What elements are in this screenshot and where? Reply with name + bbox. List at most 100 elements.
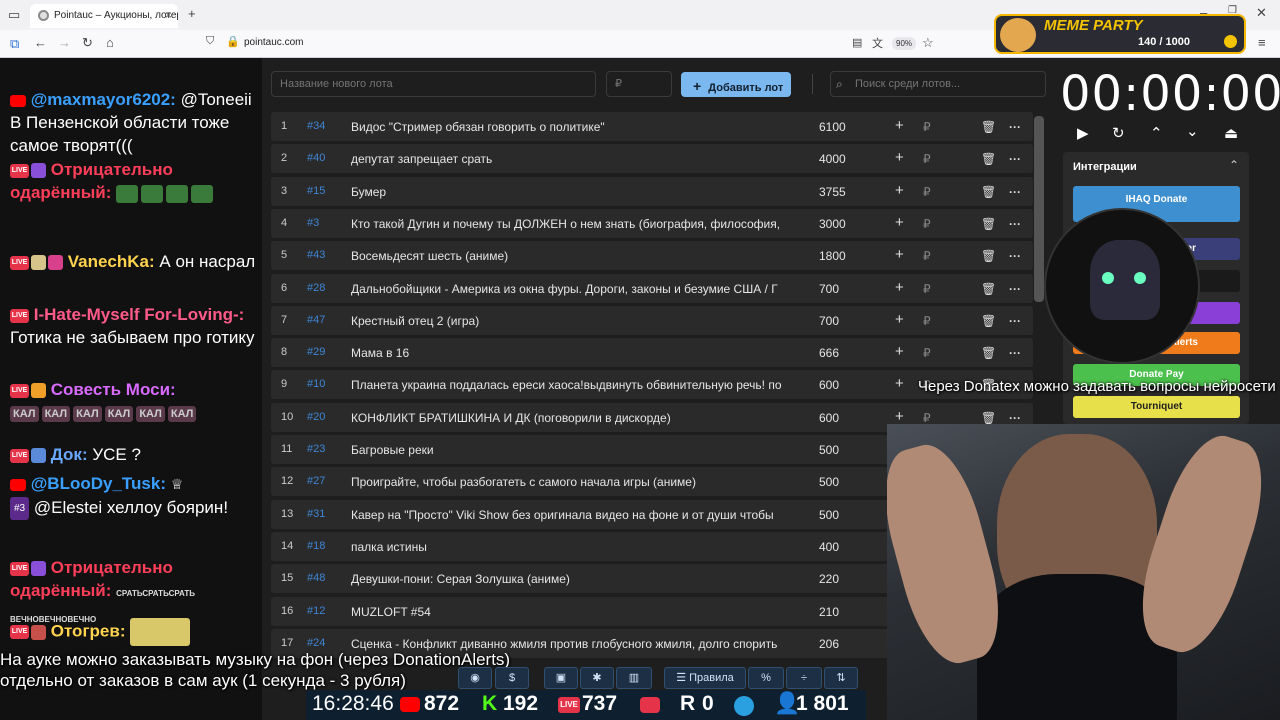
- ruble-icon[interactable]: ₽: [923, 249, 931, 263]
- close-tab-icon[interactable]: ×: [165, 8, 172, 22]
- forward-icon[interactable]: →: [58, 35, 71, 50]
- more-icon[interactable]: ···: [1009, 120, 1021, 134]
- lot-row[interactable]: 1 #34 Видос "Стример обязан говорить о пол…: [271, 112, 1033, 141]
- delete-icon[interactable]: 🗑: [981, 185, 996, 199]
- play-icon[interactable]: ▶: [1077, 124, 1089, 142]
- lot-name[interactable]: Мама в 16: [351, 346, 791, 360]
- browser-tab[interactable]: Pointauc – Аукционы, лотереи ×: [30, 4, 178, 28]
- rules-button[interactable]: ☰ Правила: [664, 667, 746, 689]
- lot-row[interactable]: 3 #15 Бумер 3755 + ₽ 🗑 ···: [271, 176, 1033, 206]
- bookmark-star-icon[interactable]: ☆: [922, 35, 934, 51]
- tab-list-icon[interactable]: ▭: [8, 7, 20, 23]
- lot-name[interactable]: Девушки-пони: Серая Золушка (аниме): [351, 572, 791, 586]
- reset-icon[interactable]: ↻: [1112, 124, 1125, 142]
- ruble-icon[interactable]: ₽: [923, 314, 931, 328]
- split-button[interactable]: ÷: [786, 667, 822, 689]
- search-lots-input[interactable]: [830, 71, 1046, 97]
- lot-name[interactable]: Бумер: [351, 185, 791, 199]
- lot-name[interactable]: Планета украина поддалась ереси хаоса!вы…: [351, 378, 791, 392]
- add-amount-icon[interactable]: +: [895, 149, 904, 166]
- lot-amount[interactable]: 1800: [819, 249, 879, 263]
- ruble-icon[interactable]: ₽: [923, 120, 931, 134]
- lot-amount[interactable]: 500: [819, 443, 879, 457]
- more-icon[interactable]: ···: [1009, 152, 1021, 166]
- new-lot-input[interactable]: [271, 71, 596, 97]
- ruble-icon[interactable]: ₽: [923, 185, 931, 199]
- lot-row[interactable]: 7 #47 Крестный отец 2 (игра) 700 + ₽ 🗑 ···: [271, 305, 1033, 335]
- delete-icon[interactable]: 🗑: [981, 314, 996, 328]
- lot-amount[interactable]: 500: [819, 508, 879, 522]
- lot-row[interactable]: 6 #28 Дальнобойщики - Америка из окна фуры…: [271, 273, 1033, 303]
- lot-amount[interactable]: 6100: [819, 120, 879, 134]
- lot-name[interactable]: палка истины: [351, 540, 791, 554]
- url-text[interactable]: pointauc.com: [244, 37, 303, 48]
- price-input[interactable]: [606, 71, 672, 97]
- add-amount-icon[interactable]: +: [895, 343, 904, 360]
- lot-row[interactable]: 8 #29 Мама в 16 666 + ₽ 🗑 ···: [271, 338, 1033, 368]
- lot-amount[interactable]: 700: [819, 282, 879, 296]
- collapse-up-icon[interactable]: ⏏: [1224, 124, 1238, 142]
- lot-name[interactable]: Кавер на "Просто" Viki Show без оригинал…: [351, 508, 791, 522]
- save-button[interactable]: ▣: [544, 667, 578, 689]
- lot-name[interactable]: Багровые реки: [351, 443, 791, 457]
- new-tab-icon[interactable]: +: [188, 6, 196, 21]
- lot-amount[interactable]: 500: [819, 475, 879, 489]
- lot-amount[interactable]: 220: [819, 572, 879, 586]
- more-icon[interactable]: ···: [1009, 249, 1021, 263]
- lot-amount[interactable]: 210: [819, 605, 879, 619]
- delete-icon[interactable]: 🗑: [981, 411, 996, 425]
- add-amount-icon[interactable]: +: [895, 117, 904, 134]
- delete-icon[interactable]: 🗑: [981, 120, 996, 134]
- translate-icon[interactable]: 文: [872, 35, 883, 51]
- lot-row[interactable]: 4 #3 Кто такой Дугин и почему ты ДОЛЖЕН о …: [271, 208, 1033, 238]
- github-button[interactable]: ◉: [458, 667, 492, 689]
- lot-name[interactable]: Восемьдесят шесть (аниме): [351, 249, 791, 263]
- reader-icon[interactable]: ▤: [852, 36, 862, 49]
- lot-name[interactable]: Крестный отец 2 (игра): [351, 314, 791, 328]
- home-icon[interactable]: ⌂: [106, 35, 114, 50]
- add-amount-icon[interactable]: +: [895, 408, 904, 425]
- chevron-down-icon[interactable]: ⌄: [1186, 122, 1199, 140]
- lot-name[interactable]: Кто такой Дугин и почему ты ДОЛЖЕН о нем…: [351, 217, 791, 231]
- ruble-icon[interactable]: ₽: [923, 282, 931, 296]
- delete-icon[interactable]: 🗑: [981, 249, 996, 263]
- lot-amount[interactable]: 4000: [819, 152, 879, 166]
- lot-row[interactable]: 5 #43 Восемьдесят шесть (аниме) 1800 + ₽ 🗑 ···: [271, 241, 1033, 271]
- lot-amount[interactable]: 206: [819, 637, 879, 651]
- ruble-icon[interactable]: ₽: [923, 152, 931, 166]
- more-icon[interactable]: ···: [1009, 314, 1021, 328]
- delete-icon[interactable]: 🗑: [981, 346, 996, 360]
- more-icon[interactable]: ···: [1009, 282, 1021, 296]
- clear-button[interactable]: ▥: [616, 667, 652, 689]
- bug-button[interactable]: ✱: [580, 667, 614, 689]
- lot-amount[interactable]: 600: [819, 378, 879, 392]
- lot-amount[interactable]: 3000: [819, 217, 879, 231]
- ruble-icon[interactable]: ₽: [923, 217, 931, 231]
- lot-name[interactable]: MUZLOFT #54: [351, 605, 791, 619]
- delete-icon[interactable]: 🗑: [981, 152, 996, 166]
- add-amount-icon[interactable]: +: [895, 279, 904, 296]
- more-icon[interactable]: ···: [1009, 411, 1021, 425]
- add-amount-icon[interactable]: +: [895, 182, 904, 199]
- delete-icon[interactable]: 🗑: [981, 282, 996, 296]
- reload-icon[interactable]: ↻: [82, 35, 93, 51]
- collapse-icon[interactable]: ⌃: [1229, 158, 1239, 172]
- add-amount-icon[interactable]: +: [895, 311, 904, 328]
- percent-button[interactable]: %: [748, 667, 784, 689]
- sort-button[interactable]: ⇅: [824, 667, 858, 689]
- lot-name[interactable]: Видос "Стример обязан говорить о политик…: [351, 120, 791, 134]
- lot-amount[interactable]: 700: [819, 314, 879, 328]
- lot-name[interactable]: депутат запрещает срать: [351, 152, 791, 166]
- back-icon[interactable]: ←: [34, 35, 47, 50]
- extension-icon[interactable]: ⧉: [10, 36, 19, 52]
- lot-name[interactable]: КОНФЛИКТ БРАТИШКИНА И ДК (поговорили в д…: [351, 411, 791, 425]
- lot-name[interactable]: Сценка - Конфликт диванно жмиля против г…: [351, 637, 791, 651]
- add-lot-button[interactable]: + Добавить лот: [681, 72, 791, 97]
- donate-button[interactable]: $: [495, 667, 529, 689]
- delete-icon[interactable]: 🗑: [981, 217, 996, 231]
- more-icon[interactable]: ···: [1009, 185, 1021, 199]
- lot-row[interactable]: 2 #40 депутат запрещает срать 4000 + ₽ 🗑 ···: [271, 144, 1033, 174]
- ruble-icon[interactable]: ₽: [923, 411, 931, 425]
- add-amount-icon[interactable]: +: [895, 214, 904, 231]
- lot-amount[interactable]: 3755: [819, 185, 879, 199]
